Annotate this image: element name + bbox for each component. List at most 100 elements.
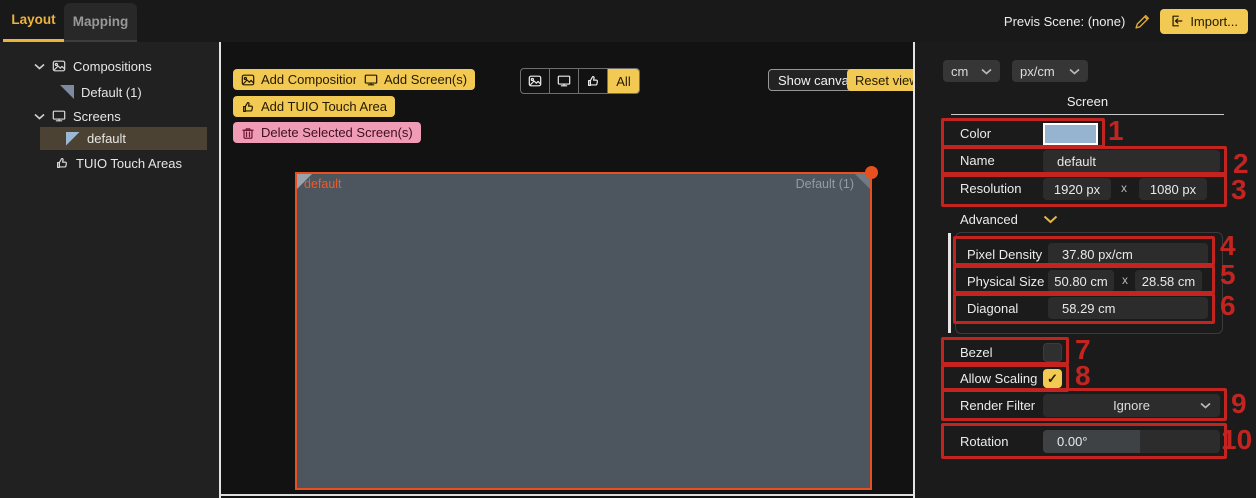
allow-scaling-checkbox[interactable]: ✓: [1043, 369, 1062, 388]
picture-icon: [528, 74, 542, 88]
add-tuio-touch-area-button[interactable]: Add TUIO Touch Area: [233, 96, 395, 117]
tree-item-screen-default-selected[interactable]: default: [40, 127, 207, 150]
filter-tuio-toggle[interactable]: [579, 69, 608, 93]
previs-scene-label: Previs Scene: (none): [1004, 14, 1125, 29]
tree-item-compositions[interactable]: Compositions: [0, 56, 209, 76]
panel-title-rule: [951, 114, 1224, 115]
filter-compositions-toggle[interactable]: [521, 69, 550, 93]
composition-badge: Default (1): [796, 177, 854, 191]
render-filter-value: Ignore: [1113, 398, 1150, 413]
tree-item-screens[interactable]: Screens: [0, 106, 209, 126]
add-tuio-touch-area-label: Add TUIO Touch Area: [261, 99, 387, 114]
render-filter-select[interactable]: Ignore: [1043, 394, 1220, 417]
annotation-number-7: 7: [1075, 336, 1091, 364]
screen-properties-panel: cm px/cm Screen Color Name default Resol…: [915, 42, 1256, 498]
screen-flag-icon: [66, 132, 80, 146]
add-composition-button[interactable]: Add Composition: [233, 69, 368, 90]
chevron-down-icon: [981, 68, 992, 75]
checkmark-icon: ✓: [1047, 371, 1058, 387]
filter-screens-toggle[interactable]: [550, 69, 579, 93]
monitor-icon: [364, 73, 378, 87]
chevron-down-icon[interactable]: [34, 63, 45, 70]
advanced-section-label[interactable]: Advanced: [960, 212, 1018, 227]
delete-selected-screens-button[interactable]: Delete Selected Screen(s): [233, 122, 421, 143]
add-screens-button[interactable]: Add Screen(s): [356, 69, 475, 90]
annotation-number-2: 2: [1233, 150, 1249, 178]
bezel-checkbox[interactable]: [1043, 343, 1062, 362]
name-label: Name: [960, 153, 995, 168]
picture-icon: [241, 73, 255, 87]
resolution-separator: x: [1121, 181, 1127, 195]
advanced-indent-guide: [948, 233, 951, 333]
add-composition-label: Add Composition: [261, 72, 360, 87]
pixel-density-input[interactable]: 37.80 px/cm: [1048, 243, 1208, 265]
pixel-density-label: Pixel Density: [967, 247, 1042, 262]
composition-flag-icon: [60, 85, 74, 99]
layout-canvas-panel[interactable]: Add Composition Add Screen(s) Add TUIO T…: [221, 42, 913, 498]
canvas-bottom-edge: [221, 494, 913, 496]
monitor-icon: [52, 109, 66, 123]
chevron-down-icon: [1069, 68, 1080, 75]
color-swatch[interactable]: [1043, 123, 1098, 145]
physical-height-input[interactable]: 28.58 cm: [1135, 270, 1202, 292]
visibility-filter-group: All: [520, 68, 640, 94]
annotation-number-10: 10: [1221, 426, 1252, 454]
monitor-icon: [557, 74, 571, 88]
tree-item-tuio-touch-areas[interactable]: TUIO Touch Areas: [0, 153, 209, 173]
resolution-width-input[interactable]: 1920 px: [1043, 178, 1111, 200]
import-button[interactable]: Import...: [1160, 9, 1248, 34]
length-unit-value: cm: [951, 64, 968, 79]
physical-size-separator: x: [1122, 273, 1128, 287]
thumb-up-icon: [55, 156, 69, 170]
chevron-down-icon[interactable]: [1043, 215, 1058, 224]
rotation-value: 0.00°: [1043, 434, 1088, 449]
density-unit-select[interactable]: px/cm: [1012, 60, 1088, 82]
screen-layout-app: Layout Mapping Previs Scene: (none) Impo…: [0, 0, 1256, 498]
edit-pencil-icon[interactable]: [1134, 13, 1151, 30]
density-unit-value: px/cm: [1020, 64, 1055, 79]
import-arrow-icon: [1170, 14, 1184, 28]
allow-scaling-label: Allow Scaling: [960, 371, 1037, 386]
rotation-label: Rotation: [960, 434, 1008, 449]
tree-item-label: TUIO Touch Areas: [76, 156, 182, 171]
name-input[interactable]: default: [1043, 150, 1220, 173]
tab-mapping[interactable]: Mapping: [64, 3, 137, 41]
tree-item-composition-default[interactable]: Default (1): [0, 82, 209, 102]
layers-tree-panel: Compositions Default (1) Screens default…: [0, 42, 219, 498]
annotation-number-9: 9: [1231, 390, 1247, 418]
top-bar: Layout Mapping Previs Scene: (none) Impo…: [0, 0, 1256, 42]
import-button-label: Import...: [1190, 14, 1238, 29]
physical-size-label: Physical Size: [967, 274, 1044, 289]
tab-layout[interactable]: Layout: [3, 0, 64, 40]
length-unit-select[interactable]: cm: [943, 60, 1000, 82]
physical-width-input[interactable]: 50.80 cm: [1048, 270, 1114, 292]
diagonal-label: Diagonal: [967, 301, 1018, 316]
screen-rect-default[interactable]: default Default (1): [295, 172, 872, 490]
trash-icon: [241, 126, 255, 140]
screen-name-label: default: [304, 177, 342, 191]
delete-selected-screens-label: Delete Selected Screen(s): [261, 125, 413, 140]
resize-handle-dot[interactable]: [865, 166, 878, 179]
tree-item-label: Default (1): [81, 85, 142, 100]
tree-item-label: Compositions: [73, 59, 152, 74]
tree-item-label: default: [87, 131, 126, 146]
render-filter-label: Render Filter: [960, 398, 1035, 413]
chevron-down-icon[interactable]: [34, 113, 45, 120]
thumb-up-icon: [586, 74, 600, 88]
annotation-number-1: 1: [1108, 117, 1124, 145]
annotation-number-8: 8: [1075, 362, 1091, 390]
add-screens-label: Add Screen(s): [384, 72, 467, 87]
color-label: Color: [960, 126, 991, 141]
resolution-height-input[interactable]: 1080 px: [1139, 178, 1207, 200]
rotation-input[interactable]: 0.00°: [1043, 430, 1220, 453]
bezel-label: Bezel: [960, 345, 993, 360]
filter-all-toggle[interactable]: All: [608, 69, 639, 93]
diagonal-input[interactable]: 58.29 cm: [1048, 297, 1208, 319]
thumb-up-icon: [241, 100, 255, 114]
annotation-number-3: 3: [1231, 176, 1247, 204]
picture-icon: [52, 59, 66, 73]
chevron-down-icon: [1200, 402, 1211, 409]
tree-item-label: Screens: [73, 109, 121, 124]
resolution-label: Resolution: [960, 181, 1021, 196]
panel-title: Screen: [951, 94, 1224, 109]
